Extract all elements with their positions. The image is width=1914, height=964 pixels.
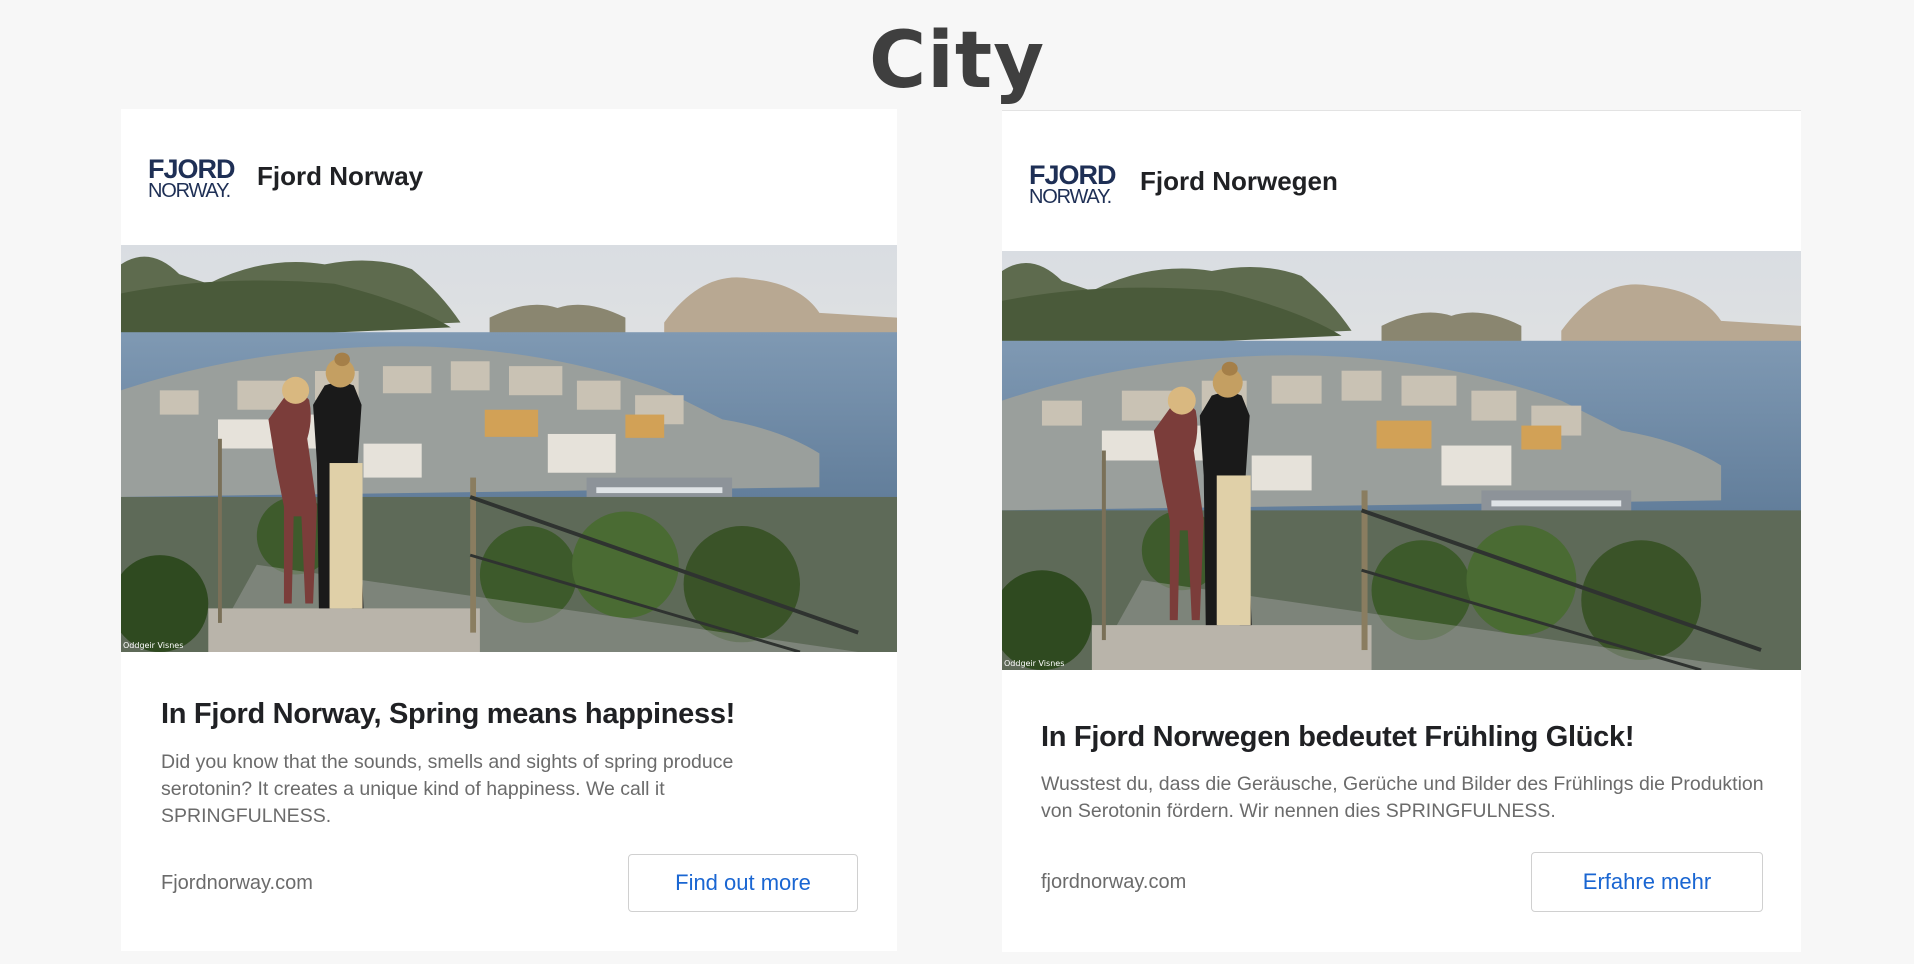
find-out-more-button[interactable]: Find out more (628, 854, 858, 912)
image-credit: Oddgeir Visnes (1004, 659, 1065, 668)
erfahre-mehr-button[interactable]: Erfahre mehr (1531, 852, 1763, 912)
ad-image[interactable]: Oddgeir Visnes (121, 245, 897, 652)
ad-domain: Fjordnorway.com (161, 872, 313, 894)
ad-domain: fjordnorway.com (1041, 871, 1187, 893)
ad-image[interactable]: Oddgeir Visnes (1002, 251, 1801, 670)
ad-card-german[interactable]: FJORD NORWAY. Fjord Norwegen Oddgeir Vis… (1002, 110, 1801, 952)
ad-headline[interactable]: In Fjord Norway, Spring means happiness! (161, 698, 861, 731)
city-view-illustration (1002, 251, 1801, 670)
ad-description: Wusstest du, dass die Geräusche, Gerüche… (1041, 773, 1764, 822)
advertiser-name: Fjord Norway (257, 161, 424, 191)
ad-header: FJORD NORWAY. Fjord Norwegen (1002, 111, 1801, 251)
image-credit: Oddgeir Visnes (123, 641, 184, 650)
page-title: City (868, 16, 1046, 106)
city-view-illustration (121, 245, 897, 652)
advertiser-name: Fjord Norwegen (1140, 166, 1338, 196)
fjord-norway-logo: FJORD NORWAY. (1029, 160, 1117, 208)
fjord-norway-logo: FJORD NORWAY. (148, 154, 236, 202)
ad-card-english[interactable]: FJORD NORWAY. Fjord Norway Oddgeir Visne… (121, 109, 897, 951)
ad-description: Did you know that the sounds, smells and… (161, 751, 734, 827)
ad-headline[interactable]: In Fjord Norwegen bedeutet Frühling Glüc… (1041, 721, 1781, 754)
ad-header: FJORD NORWAY. Fjord Norway (121, 109, 897, 245)
